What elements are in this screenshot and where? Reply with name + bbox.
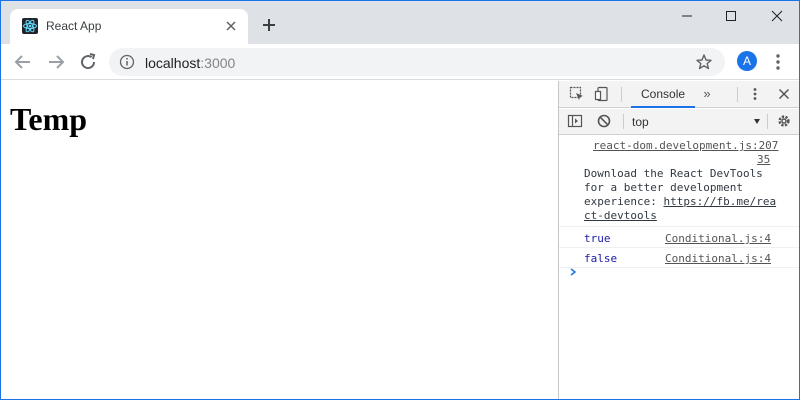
message-source-link[interactable]: Conditional.js:4 <box>665 232 771 246</box>
tab-console[interactable]: Console <box>631 81 695 108</box>
info-icon[interactable] <box>119 54 135 70</box>
kebab-menu-icon[interactable] <box>769 50 787 74</box>
minimize-icon[interactable] <box>669 5 705 27</box>
address-bar[interactable]: localhost:3000 <box>109 48 725 76</box>
page-viewport: Temp <box>1 81 558 399</box>
window-close-icon[interactable] <box>759 5 795 27</box>
message-value: true <box>584 232 611 245</box>
more-tabs-icon[interactable]: » <box>699 86 715 102</box>
devtools-tabbar: Console » <box>559 81 799 108</box>
tab-console-label: Console <box>641 87 686 101</box>
browser-tab[interactable]: React App <box>10 9 248 44</box>
url-port: :3000 <box>200 55 236 71</box>
devtools-url-link[interactable]: https://fb.me/rea <box>663 195 776 208</box>
gear-icon[interactable] <box>776 113 792 129</box>
console-output: react-dom.development.js:207 35 Download… <box>559 136 799 399</box>
forward-arrow-icon[interactable] <box>44 50 68 74</box>
message-text-line: for a better development <box>584 181 743 194</box>
url-text: localhost:3000 <box>145 55 235 71</box>
message-text-line: Download the React DevTools <box>584 167 763 180</box>
caret-down-icon <box>754 119 760 124</box>
back-arrow-icon[interactable] <box>11 50 35 74</box>
console-message: react-dom.development.js:207 35 Download… <box>559 136 799 227</box>
tab-strip: React App <box>1 1 799 44</box>
react-logo-icon <box>22 18 38 34</box>
context-selector-value: top <box>632 115 649 129</box>
toolbar-divider <box>621 87 622 102</box>
message-text-line: experience: https://fb.me/rea <box>584 195 776 209</box>
console-sidebar-icon[interactable] <box>567 113 583 129</box>
url-host: localhost <box>145 55 201 71</box>
console-toolbar: top <box>559 109 799 135</box>
devtools-url-link-cont[interactable]: ct-devtools <box>584 209 657 223</box>
device-toolbar-icon[interactable] <box>594 86 610 102</box>
message-text: experience: <box>584 195 664 208</box>
message-source-link[interactable]: react-dom.development.js:207 <box>593 139 778 153</box>
context-selector[interactable]: top <box>630 113 762 131</box>
toolbar-divider <box>737 87 738 102</box>
tab-title: React App <box>46 19 102 33</box>
clear-console-icon[interactable] <box>596 113 612 129</box>
reload-icon[interactable] <box>76 50 100 74</box>
message-value: false <box>584 252 618 265</box>
console-prompt-icon[interactable] <box>568 267 578 277</box>
console-message: true Conditional.js:4 <box>559 228 799 248</box>
devtools-panel: Console » top react-dom.development.js:2… <box>558 81 799 399</box>
console-message: false Conditional.js:4 <box>559 248 799 268</box>
inspect-element-icon[interactable] <box>569 86 585 102</box>
devtools-menu-icon[interactable] <box>747 86 763 102</box>
toolbar-divider <box>623 114 624 129</box>
tab-close-icon[interactable] <box>222 17 240 35</box>
browser-toolbar: localhost:3000 A <box>1 44 799 80</box>
message-source-link-cont[interactable]: 35 <box>757 153 770 167</box>
new-tab-icon[interactable] <box>259 15 279 35</box>
message-source-link[interactable]: Conditional.js:4 <box>665 252 771 266</box>
profile-avatar[interactable]: A <box>737 51 757 71</box>
maximize-icon[interactable] <box>713 5 749 27</box>
bookmark-star-icon[interactable] <box>695 53 713 71</box>
devtools-close-icon[interactable] <box>776 86 792 102</box>
browser-window: React App localhost:3000 A Temp Console … <box>0 0 800 400</box>
toolbar-divider <box>767 114 768 129</box>
page-heading: Temp <box>10 101 88 137</box>
